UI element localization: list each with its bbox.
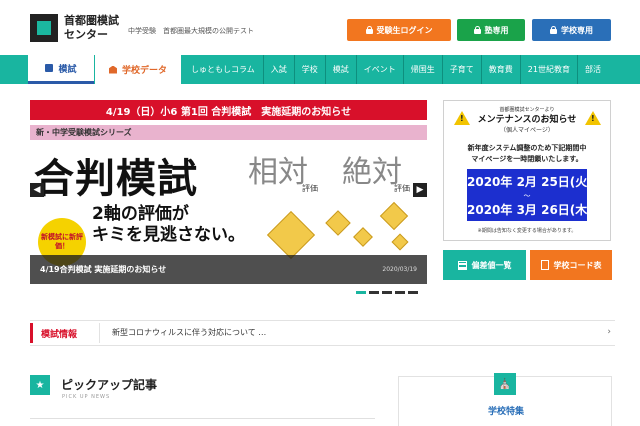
pickup-divider (30, 418, 375, 419)
tab-school-data[interactable]: 学校データ (95, 55, 181, 84)
banner-title: 合判模試 (34, 155, 198, 202)
book-icon (45, 64, 54, 72)
student-login-button[interactable]: 受験生ログイン (347, 19, 451, 41)
hensachi-list-button[interactable]: 偏差値一覧 (443, 250, 526, 280)
maintenance-body-line1: 新年度システム調整のため下記期間中 (467, 144, 587, 152)
banner-axis-copy: 2軸の評価が キミを見逃さない。 (92, 204, 245, 246)
nav-link-kosodate[interactable]: 子育て (441, 55, 481, 84)
school-only-label: 学校専用 (561, 25, 593, 35)
banner-caption-date: 2020/03/19 (382, 266, 417, 273)
lock-icon (365, 26, 373, 34)
banner-axis-line1: 2軸の評価が (92, 204, 189, 224)
nav-link-kikokusei[interactable]: 帰国生 (402, 55, 442, 84)
site-tagline: 中学受験 首都圏最大規模の公開テスト (128, 27, 254, 35)
maintenance-body-line2: マイページを一時閉鎖いたします。 (471, 155, 583, 163)
nav-link-bukatsu[interactable]: 部活 (576, 55, 608, 84)
banner-caption[interactable]: 4/19合判模試 実施延期のお知らせ 2020/03/19 (30, 255, 427, 284)
nav-link-kyoikuhi[interactable]: 教育費 (480, 55, 520, 84)
nav-links: しゅともしコラム 入試 学校 模試 イベント 帰国生 子育て 教育費 21世紀教… (187, 55, 608, 84)
tab-moshi[interactable]: 模試 (28, 55, 94, 84)
pickup-subtitle: PICK UP NEWS (62, 394, 111, 400)
banner-headline: 4/19（日）小6 第1回 合判模試 実施延期のお知らせ (30, 100, 427, 120)
banner-eval-relative: 評価 (302, 184, 318, 193)
cube-shape (266, 210, 316, 260)
banner-absolute: 絶対 (342, 155, 402, 190)
nav-link-school[interactable]: 学校 (293, 55, 325, 84)
school-icon: ⛪ (494, 373, 516, 395)
school-code-button[interactable]: 学校コード表 (530, 250, 612, 280)
site-header: 首都圏模試センター 中学受験 首都圏最大規模の公開テスト 受験生ログイン 塾専用… (0, 0, 640, 54)
site-logo[interactable]: 首都圏模試センター (64, 14, 124, 42)
school-only-button[interactable]: 学校専用 (532, 19, 611, 41)
slider-dot[interactable] (369, 291, 379, 294)
maintenance-date-to: 2020年 3月 26日(木) (467, 203, 593, 217)
school-code-label: 学校コード表 (553, 260, 602, 270)
nav-link-moshi[interactable]: 模試 (324, 55, 356, 84)
document-icon (540, 260, 549, 270)
logo-icon[interactable] (30, 14, 58, 42)
slider-dot[interactable] (395, 291, 405, 294)
slider-dot[interactable] (382, 291, 392, 294)
maintenance-header: 首都圏模試センターより メンテナンスのお知らせ （個人マイページ） (444, 101, 610, 139)
chevron-right-icon[interactable]: ▶ (413, 183, 427, 197)
school-icon (108, 65, 117, 74)
banner-relative: 相対 (248, 155, 308, 190)
cube-shape (391, 233, 409, 251)
maintenance-date-from: 2020年 2月 25日(火) (467, 175, 593, 189)
hero-banner[interactable]: 4/19（日）小6 第1回 合判模試 実施延期のお知らせ 新・中学受験模試シリー… (30, 100, 427, 284)
cube-shape (353, 227, 373, 247)
news-label: 模試情報 (30, 323, 100, 343)
slider-dot[interactable] (356, 291, 366, 294)
maintenance-title: メンテナンスのお知らせ (477, 115, 577, 125)
maintenance-note: ※期間は告知なく変更する場合があります。 (477, 228, 577, 234)
maintenance-subtitle: （個人マイページ） (500, 127, 554, 134)
tab-moshi-label: 模試 (58, 64, 77, 75)
banner-series: 新・中学受験模試シリーズ (30, 125, 427, 140)
chevron-right-icon[interactable]: › (607, 327, 611, 337)
lock-icon (473, 26, 481, 34)
banner-axis-line2: キミを見逃さない。 (92, 225, 245, 245)
pickup-title: ピックアップ記事 (61, 378, 158, 392)
maintenance-date-sep: 〜 (523, 192, 531, 200)
nav-link-21c[interactable]: 21世紀教育 (519, 55, 577, 84)
banner-caption-text: 4/19合判模試 実施延期のお知らせ (40, 265, 167, 274)
list-icon (457, 260, 467, 270)
juku-only-label: 塾専用 (484, 25, 509, 35)
star-icon: ★ (30, 375, 50, 395)
main-nav: 模試 学校データ しゅともしコラム 入試 学校 模試 イベント 帰国生 子育て … (0, 55, 640, 84)
cube-shape (325, 210, 351, 236)
cube-illustration (244, 196, 422, 262)
student-login-label: 受験生ログイン (376, 25, 433, 35)
slider-dots (356, 291, 418, 294)
banner-eval-absolute: 評価 (394, 184, 410, 193)
hensachi-list-label: 偏差値一覧 (471, 260, 512, 270)
lock-icon (550, 26, 557, 34)
school-feature-panel[interactable]: ⛪ 学校特集 (398, 373, 612, 426)
maintenance-notice[interactable]: 首都圏模試センターより メンテナンスのお知らせ （個人マイページ） 新年度システ… (443, 100, 611, 241)
school-feature-title: 学校特集 (487, 407, 524, 417)
cube-shape (379, 201, 409, 231)
nav-link-event[interactable]: イベント (355, 55, 403, 84)
nav-link-column[interactable]: しゅともしコラム (187, 55, 263, 84)
maintenance-body: 新年度システム調整のため下記期間中 マイページを一時閉鎖いたします。 (444, 143, 610, 165)
news-ticker[interactable]: 模試情報 新型コロナウィルスに伴う対応について … › (30, 320, 615, 346)
news-text[interactable]: 新型コロナウィルスに伴う対応について … (112, 327, 266, 338)
maintenance-dates: 2020年 2月 25日(火) 〜 2020年 3月 26日(木) (467, 169, 593, 221)
nav-link-nyushi[interactable]: 入試 (262, 55, 294, 84)
juku-only-button[interactable]: 塾専用 (457, 19, 525, 41)
tab-school-data-label: 学校データ (121, 66, 167, 76)
slider-dot[interactable] (408, 291, 418, 294)
chevron-left-icon[interactable]: ◀ (30, 183, 44, 197)
